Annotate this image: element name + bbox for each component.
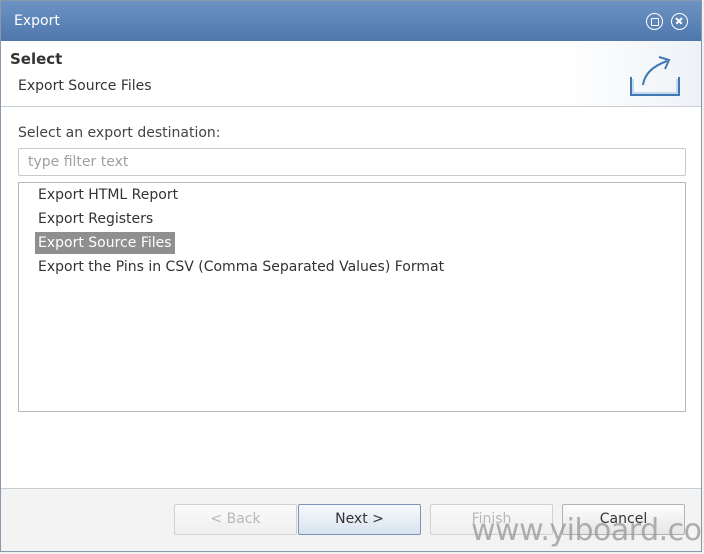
next-button[interactable]: Next >	[298, 504, 421, 535]
filter-input[interactable]	[18, 148, 686, 176]
list-item-pins-csv[interactable]: Export the Pins in CSV (Comma Separated …	[35, 256, 447, 278]
watermark: www.yiboard.com	[471, 513, 704, 548]
export-icon	[630, 56, 680, 96]
export-dialog: Export Select Export Source Files Select…	[0, 0, 702, 552]
page-subtitle: Export Source Files	[18, 78, 152, 94]
list-item-registers[interactable]: Export Registers	[35, 208, 156, 230]
restore-icon[interactable]	[646, 13, 663, 30]
wizard-header: Select Export Source Files	[1, 41, 701, 107]
list-item-source-files[interactable]: Export Source Files	[35, 232, 175, 254]
back-button[interactable]: < Back	[174, 504, 297, 535]
window-title: Export	[14, 13, 60, 29]
close-icon[interactable]	[671, 13, 688, 30]
title-bar[interactable]: Export	[1, 1, 701, 41]
destination-list[interactable]: Export HTML Report Export Registers Expo…	[18, 182, 686, 412]
page-title: Select	[10, 50, 63, 68]
list-item-html-report[interactable]: Export HTML Report	[35, 184, 181, 206]
destination-label: Select an export destination:	[18, 125, 221, 141]
